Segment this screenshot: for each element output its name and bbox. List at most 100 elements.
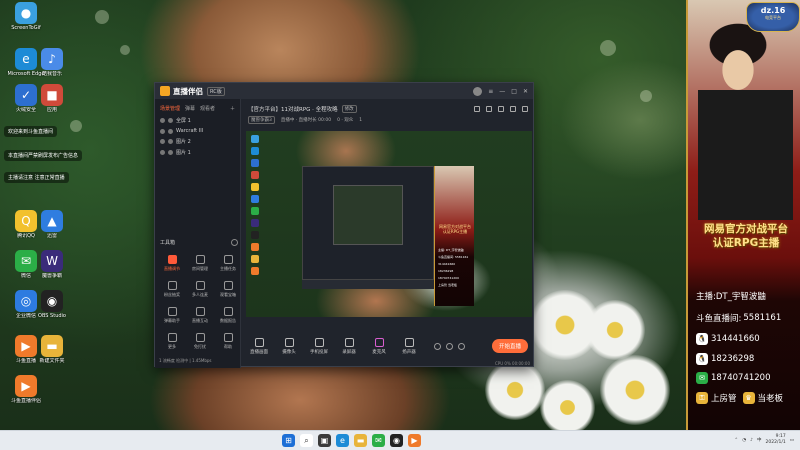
preview-icon xyxy=(251,267,259,275)
record-icon xyxy=(344,337,354,347)
source-item[interactable]: 图片 2 xyxy=(155,136,240,147)
nested-line: 上房管 当老板 xyxy=(438,283,457,287)
menu-icon[interactable]: ≡ xyxy=(488,88,493,95)
tool-button[interactable]: 直播互动 xyxy=(187,307,213,324)
windows-start-icon[interactable]: ⊞ xyxy=(282,434,295,447)
streamer-portrait xyxy=(698,10,793,220)
tool-button[interactable]: 粉丝抽奖 xyxy=(159,281,185,298)
obs-taskbar-icon[interactable]: ◉ xyxy=(390,434,403,447)
desktop-icon-folder[interactable]: ▬ 新建文件夹 xyxy=(32,335,72,364)
crown-icon: ♛ xyxy=(742,392,755,404)
toolbox-settings-icon[interactable] xyxy=(231,239,238,246)
tool-label: 粉丝抽奖 xyxy=(164,292,180,297)
tool-button[interactable]: 弹幕助手 xyxy=(159,307,185,324)
tool-label: 直播互动 xyxy=(192,318,208,323)
camera-small-icon[interactable] xyxy=(434,342,441,350)
task-view-icon[interactable]: ▣ xyxy=(318,434,331,447)
desktop-icon-obs[interactable]: ◉ OBS Studio xyxy=(32,290,72,319)
tool-button[interactable]: 房间管理 xyxy=(187,255,213,272)
tab-viewers[interactable]: 观看者 xyxy=(200,105,215,112)
flower xyxy=(540,380,595,430)
chevron-up-icon[interactable]: ⌃ xyxy=(734,438,738,443)
eye-icon[interactable] xyxy=(160,128,165,134)
maximize-icon[interactable]: □ xyxy=(511,88,517,95)
search-icon[interactable]: ⌕ xyxy=(300,434,313,447)
minimize-icon[interactable]: — xyxy=(499,88,505,95)
source-item[interactable]: 全屏 1 xyxy=(155,115,240,126)
microphone-button[interactable]: 麦克风 xyxy=(368,337,390,355)
preview-icon xyxy=(251,171,259,179)
lock-icon[interactable] xyxy=(168,128,173,134)
gift-icon[interactable] xyxy=(498,106,504,112)
clock[interactable]: 9:17 2022/1/1 xyxy=(766,434,786,446)
screen-capture-button[interactable]: 直播画面 xyxy=(248,337,270,355)
cpu-status: CPU 0% 00:00:00 xyxy=(495,361,530,366)
eye-icon[interactable] xyxy=(160,118,165,123)
lock-icon[interactable] xyxy=(168,150,173,155)
camera-button[interactable]: 摄像头 xyxy=(278,337,300,355)
wifi-icon[interactable]: ◔ xyxy=(742,438,746,443)
tool-button[interactable]: 免打扰 xyxy=(187,333,213,350)
desktop-icon-live-two[interactable]: ▶ 斗鱼直播伴侣 xyxy=(6,375,46,404)
volume-icon[interactable]: ♪ xyxy=(750,438,753,443)
record-button[interactable]: 录屏器 xyxy=(338,337,360,355)
desktop-icon-game[interactable]: W 魔兽争霸 xyxy=(32,250,72,279)
tool-button[interactable]: 帮助 xyxy=(215,333,241,350)
tool-icon xyxy=(195,333,205,342)
notification-icon[interactable]: ▭ xyxy=(790,438,794,443)
go-live-button[interactable]: 开始直播 xyxy=(491,339,528,353)
desktop-icon-app-four[interactable]: ■ 应用 xyxy=(32,84,72,113)
bokeh-light xyxy=(640,90,652,102)
share-icon[interactable] xyxy=(474,106,480,112)
app-titlebar[interactable]: 直播伴侣 RC版 ≡ — □ ✕ xyxy=(155,83,533,99)
tab-danmaku[interactable]: 弹幕 xyxy=(185,105,195,112)
host-label: 主播: xyxy=(696,292,716,302)
add-scene-icon[interactable]: ＋ xyxy=(230,105,235,112)
room-label: 斗鱼直播间: xyxy=(696,314,742,324)
tool-label: 弹幕助手 xyxy=(164,318,180,323)
source-item[interactable]: 图片 1 xyxy=(155,147,240,158)
button-label: 手机投屏 xyxy=(310,349,328,355)
eye-icon[interactable] xyxy=(160,150,165,155)
eye-icon[interactable] xyxy=(160,139,165,144)
stream-preview[interactable]: 网易官方对战平台 认证RPG主播 主播: DT_宇智波鼬 斗鱼直播间: 5581… xyxy=(246,131,532,317)
system-tray: ⌃ ◔ ♪ 中 9:17 2022/1/1 ▭ xyxy=(734,434,794,446)
tool-icon xyxy=(195,281,205,290)
app-logo-icon xyxy=(160,86,170,96)
phone-cast-button[interactable]: 手机投屏 xyxy=(308,337,330,355)
tool-button[interactable]: 数据报告 xyxy=(215,307,241,324)
wechat-taskbar-icon[interactable]: ✉ xyxy=(372,434,385,447)
edge-icon[interactable]: e xyxy=(336,434,349,447)
tool-label: 免打扰 xyxy=(194,344,206,349)
nested-line: 314441660 xyxy=(438,262,456,266)
desktop-icon-screen-recorder[interactable]: ● ScreenToGif xyxy=(6,2,46,31)
avatar[interactable] xyxy=(473,86,483,96)
tool-button[interactable]: 直播调节 xyxy=(159,255,185,272)
file-explorer-icon[interactable]: ▬ xyxy=(354,434,367,447)
lock-icon[interactable] xyxy=(168,139,173,144)
desktop-icon-app-two[interactable]: ♪ 酷我音乐 xyxy=(32,48,72,77)
badge-title: dz.16 xyxy=(760,6,786,15)
tool-button[interactable]: 多人连麦 xyxy=(187,281,213,298)
close-icon[interactable]: ✕ xyxy=(523,88,528,95)
ime-indicator[interactable]: 中 xyxy=(757,437,762,443)
lock-icon[interactable] xyxy=(168,118,173,123)
room-category[interactable]: 魔兽争霸3 xyxy=(248,116,275,124)
settings-icon[interactable] xyxy=(446,342,453,350)
speaker-button[interactable]: 扬声器 xyxy=(398,337,420,355)
tool-button[interactable]: 主播任务 xyxy=(215,255,241,272)
desktop-icon-app-six[interactable]: ▲ 迅雷 xyxy=(32,210,72,239)
link-icon[interactable] xyxy=(510,106,516,112)
tool-button[interactable]: 更多 xyxy=(159,333,185,350)
gear-icon[interactable] xyxy=(458,342,465,350)
flower xyxy=(600,355,670,425)
tab-scene[interactable]: 场景管理 xyxy=(160,105,180,112)
edit-title-button[interactable]: 修改 xyxy=(341,105,357,113)
source-item[interactable]: Warcraft III xyxy=(155,126,240,136)
more-icon[interactable] xyxy=(522,106,528,112)
lock-room-icon[interactable] xyxy=(486,106,492,112)
desktop-icon-label: 斗鱼直播伴侣 xyxy=(10,398,41,404)
live-taskbar-icon[interactable]: ▶ xyxy=(408,434,421,447)
window-controls: ≡ — □ ✕ xyxy=(473,86,528,96)
tool-button[interactable]: 观看宝箱 xyxy=(215,281,241,298)
